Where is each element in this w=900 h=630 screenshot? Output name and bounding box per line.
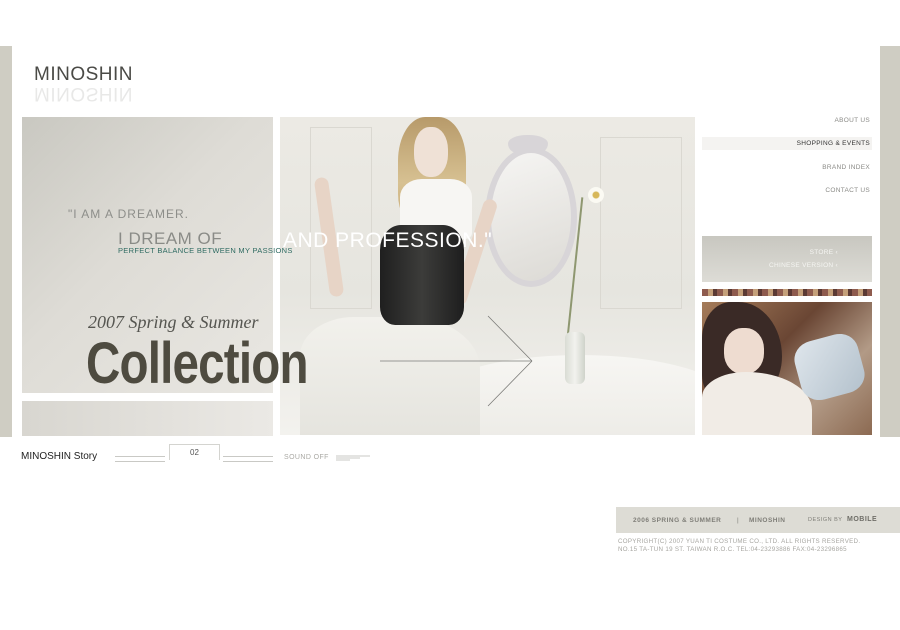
quote-line-3: PERFECT BALANCE BETWEEN MY PASSIONS: [118, 246, 293, 255]
footer-separator: |: [737, 517, 740, 524]
nav-contact-us[interactable]: CONTACT US: [825, 187, 870, 194]
next-control[interactable]: [223, 456, 273, 462]
thumb-fur-collar: [702, 372, 812, 435]
logo-reflection: MINOSHIN: [34, 83, 133, 104]
copyright-text: COPYRIGHT(C) 2007 YUAN TI COSTUME CO., L…: [618, 538, 861, 545]
frame-left-bar: [0, 46, 12, 437]
store-link[interactable]: STORE ‹: [810, 249, 838, 256]
arrow-line: [487, 360, 533, 407]
nav-brand-index[interactable]: BRAND INDEX: [822, 164, 870, 171]
oval-mirror: [485, 147, 577, 287]
design-by-label: DESIGN BY: [808, 517, 843, 523]
store-panel: STORE ‹ CHINESE VERSION ‹: [702, 236, 872, 282]
collection-thumbnail[interactable]: [702, 302, 872, 435]
story-label: MINOSHIN Story: [21, 451, 98, 462]
daisy-flower: [588, 187, 604, 203]
quote-line-2-continued: AND PROFESSION.": [283, 229, 493, 252]
sound-toggle[interactable]: SOUND OFF: [284, 454, 329, 461]
thumbnail-strip: [702, 289, 872, 296]
thumb-model-face: [724, 328, 764, 374]
designer-logo[interactable]: MOBILE: [847, 516, 877, 523]
wall-panel: [600, 137, 682, 309]
footer-season: 2006 SPRING & SUMMER: [633, 517, 722, 524]
sound-wave-icon[interactable]: [336, 455, 370, 461]
collection-title: Collection: [86, 331, 309, 396]
chinese-version-link[interactable]: CHINESE VERSION ‹: [769, 262, 838, 269]
arrow-lines: [380, 315, 533, 407]
footer-bar: 2006 SPRING & SUMMER | MINOSHIN DESIGN B…: [616, 507, 900, 533]
arrow-line: [487, 315, 533, 362]
nav-about-us[interactable]: ABOUT US: [834, 117, 870, 124]
prev-control[interactable]: [115, 456, 165, 462]
page-number: 02: [169, 444, 220, 460]
frame-right-bar: [880, 46, 900, 437]
nav-shopping-events[interactable]: SHOPPING & EVENTS: [797, 140, 870, 147]
footer-brand: MINOSHIN: [749, 517, 786, 524]
hero-left-bottom-panel: [22, 401, 273, 436]
model-face: [414, 127, 448, 177]
quote-line-1: "I AM A DREAMER.: [68, 207, 189, 221]
address-text: NO.15 TA-TUN 19 ST. TAIWAN R.O.C. TEL:04…: [618, 546, 847, 553]
glass-vase: [565, 332, 585, 384]
